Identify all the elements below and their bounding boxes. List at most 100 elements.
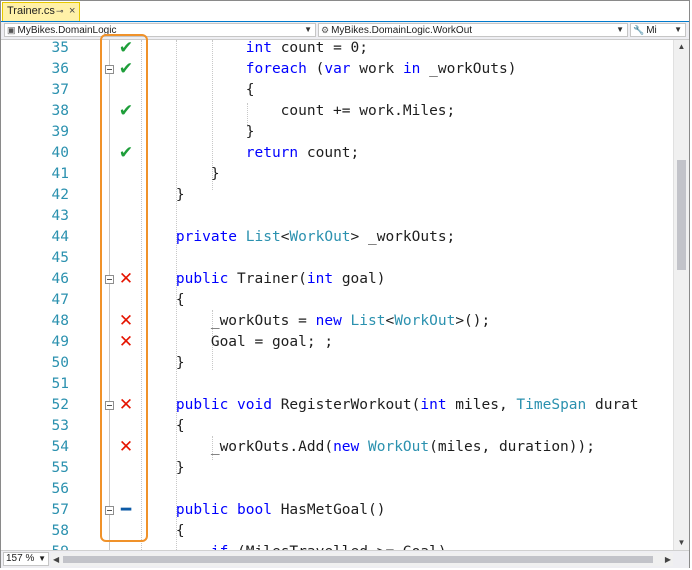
- type-token: WorkOut: [368, 439, 430, 455]
- chevron-down-icon: ▼: [304, 25, 312, 34]
- code-text: private List<WorkOut> _workOuts;: [141, 227, 455, 248]
- code-text: public bool HasMetGoal(): [141, 500, 386, 521]
- code-token: Goal = goal; ;: [141, 334, 334, 350]
- horizontal-scrollbar[interactable]: ◀ ▶: [51, 553, 673, 566]
- code-token: work: [350, 61, 403, 77]
- code-token: Trainer(: [228, 271, 307, 287]
- line-number: 57: [51, 502, 69, 518]
- member-dropdown-value: Mi: [646, 25, 657, 36]
- code-text: _workOuts = new List<WorkOut>();: [141, 311, 490, 332]
- scroll-right-icon[interactable]: ▶: [665, 553, 671, 566]
- code-token: _workOuts.Add(: [141, 439, 334, 455]
- code-text: }: [141, 164, 220, 185]
- tab-trainer-cs[interactable]: Trainer.cs ⊸ ×: [2, 2, 80, 21]
- code-token: >();: [455, 313, 491, 329]
- line-number: 45: [51, 250, 69, 266]
- chevron-down-icon: ▼: [674, 25, 682, 34]
- project-dropdown[interactable]: ▣ MyBikes.DomainLogic ▼: [4, 23, 316, 37]
- horizontal-scroll-thumb[interactable]: [63, 556, 653, 563]
- code-token: _workOuts): [420, 61, 517, 77]
- line-number: 55: [51, 460, 69, 476]
- zoom-dropdown[interactable]: 157 % ▼: [3, 552, 49, 566]
- scroll-down-icon[interactable]: ▼: [674, 536, 689, 550]
- line-number: 53: [51, 418, 69, 434]
- keyword-token: void: [237, 397, 272, 413]
- keyword-token: new: [315, 313, 342, 329]
- pin-icon[interactable]: ⊸: [56, 3, 64, 20]
- vertical-scroll-thumb[interactable]: [677, 160, 686, 270]
- type-dropdown[interactable]: ⚙ MyBikes.DomainLogic.WorkOut ▼: [318, 23, 628, 37]
- line-number: 38: [51, 103, 69, 119]
- line-number: 47: [51, 292, 69, 308]
- code-token: count += work.Miles;: [141, 103, 456, 119]
- line-number: 54: [51, 439, 69, 455]
- csharp-project-icon: ▣: [7, 25, 16, 35]
- line-number: 35: [51, 40, 69, 56]
- chevron-down-icon: ▼: [38, 554, 46, 563]
- code-text: foreach (var work in _workOuts): [141, 59, 517, 80]
- keyword-token: public: [175, 397, 229, 413]
- type-token: TimeSpan: [516, 397, 587, 413]
- scroll-up-icon[interactable]: ▲: [674, 40, 689, 54]
- type-token: WorkOut: [394, 313, 456, 329]
- code-token: }: [141, 124, 255, 140]
- coverage-highlight-box: [100, 34, 148, 542]
- code-text: count += work.Miles;: [141, 101, 456, 122]
- class-icon: ⚙: [321, 25, 330, 35]
- code-token: }: [141, 166, 220, 182]
- code-text: public Trainer(int goal): [141, 269, 386, 290]
- line-number: 51: [51, 376, 69, 392]
- code-text: public void RegisterWorkout(int miles, T…: [141, 395, 639, 416]
- tab-title: Trainer.cs: [7, 5, 55, 17]
- line-number: 44: [51, 229, 69, 245]
- code-text: {: [141, 80, 255, 101]
- code-text: }: [141, 122, 255, 143]
- keyword-token: foreach: [245, 61, 307, 77]
- line-number: 50: [51, 355, 69, 371]
- code-text: _workOuts.Add(new WorkOut(miles, duratio…: [141, 437, 595, 458]
- line-number: 46: [51, 271, 69, 287]
- line-number: 43: [51, 208, 69, 224]
- code-token: > _workOuts;: [350, 229, 456, 245]
- member-dropdown[interactable]: 🔧 Mi ▼: [630, 23, 686, 37]
- code-token: (: [306, 61, 325, 77]
- keyword-token: new: [333, 439, 360, 455]
- close-icon[interactable]: ×: [69, 3, 75, 20]
- code-text: int count = 0;: [141, 40, 368, 59]
- line-number: 48: [51, 313, 69, 329]
- wrench-icon: 🔧: [633, 25, 645, 35]
- keyword-token: int: [306, 271, 334, 287]
- type-token: List: [245, 229, 281, 245]
- type-dropdown-value: MyBikes.DomainLogic.WorkOut: [331, 25, 473, 36]
- line-number: 59: [1, 542, 69, 550]
- line-number: 56: [51, 481, 69, 497]
- code-token: <: [385, 313, 395, 329]
- code-token: goal): [333, 271, 386, 287]
- line-number: 40: [51, 145, 69, 161]
- line-number: 49: [51, 334, 69, 350]
- line-number: 42: [51, 187, 69, 203]
- scroll-left-icon[interactable]: ◀: [53, 553, 59, 566]
- type-token: WorkOut: [289, 229, 351, 245]
- code-text: if (MilesTravelled >= Goal): [141, 542, 447, 550]
- editor-bottom-bar: 157 % ▼ ◀ ▶: [1, 550, 689, 568]
- code-token: _workOuts =: [141, 313, 316, 329]
- keyword-token: return: [245, 145, 299, 161]
- keyword-token: public: [175, 502, 229, 518]
- code-token: durat: [586, 397, 639, 413]
- keyword-token: int: [245, 40, 272, 56]
- vertical-scrollbar[interactable]: ▲ ▼: [673, 40, 689, 550]
- line-number: 52: [51, 397, 69, 413]
- line-number: 58: [51, 523, 69, 539]
- chevron-down-icon: ▼: [616, 25, 624, 34]
- code-text: return count;: [141, 143, 360, 164]
- line-number: 37: [51, 82, 69, 98]
- code-token: {: [141, 82, 255, 98]
- code-line[interactable]: 59 if (MilesTravelled >= Goal): [1, 542, 673, 550]
